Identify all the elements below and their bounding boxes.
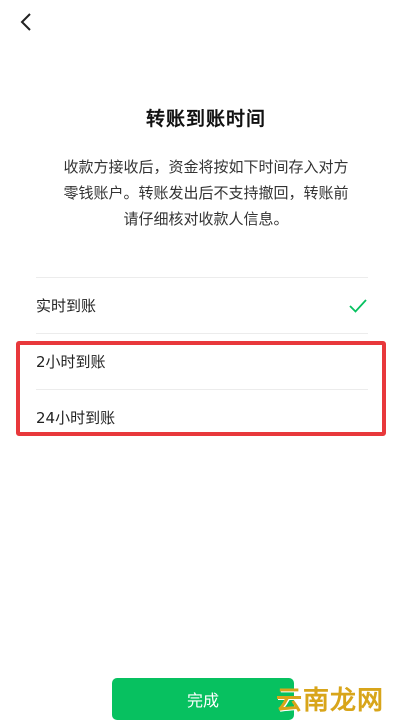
option-realtime[interactable]: 实时到账 — [36, 278, 368, 333]
option-list: 实时到账 2小时到账 24小时到账 — [36, 277, 368, 445]
description-line: 零钱账户。转账发出后不支持撤回，转账前 — [63, 184, 349, 202]
check-icon — [349, 298, 367, 313]
back-button[interactable] — [14, 10, 38, 34]
option-label: 2小时到账 — [36, 353, 106, 371]
description-text: 收款方接收后，资金将按如下时间存入对方 零钱账户。转账发出后不支持撤回，转账前 … — [40, 154, 372, 232]
chevron-left-icon — [20, 13, 31, 31]
option-label: 24小时到账 — [36, 409, 116, 427]
page-title: 转账到账时间 — [145, 108, 266, 130]
description-line: 收款方接收后，资金将按如下时间存入对方 — [63, 158, 349, 176]
watermark-logo: 云南龙网 — [276, 686, 385, 716]
done-button[interactable]: 完成 — [112, 678, 294, 720]
transfer-time-page: 转账到账时间 收款方接收后，资金将按如下时间存入对方 零钱账户。转账发出后不支持… — [0, 0, 412, 724]
description-line: 请仔细核对收款人信息。 — [123, 210, 289, 228]
option-24-hours[interactable]: 24小时到账 — [36, 390, 368, 445]
option-2-hours[interactable]: 2小时到账 — [36, 334, 368, 389]
option-label: 实时到账 — [36, 297, 97, 315]
